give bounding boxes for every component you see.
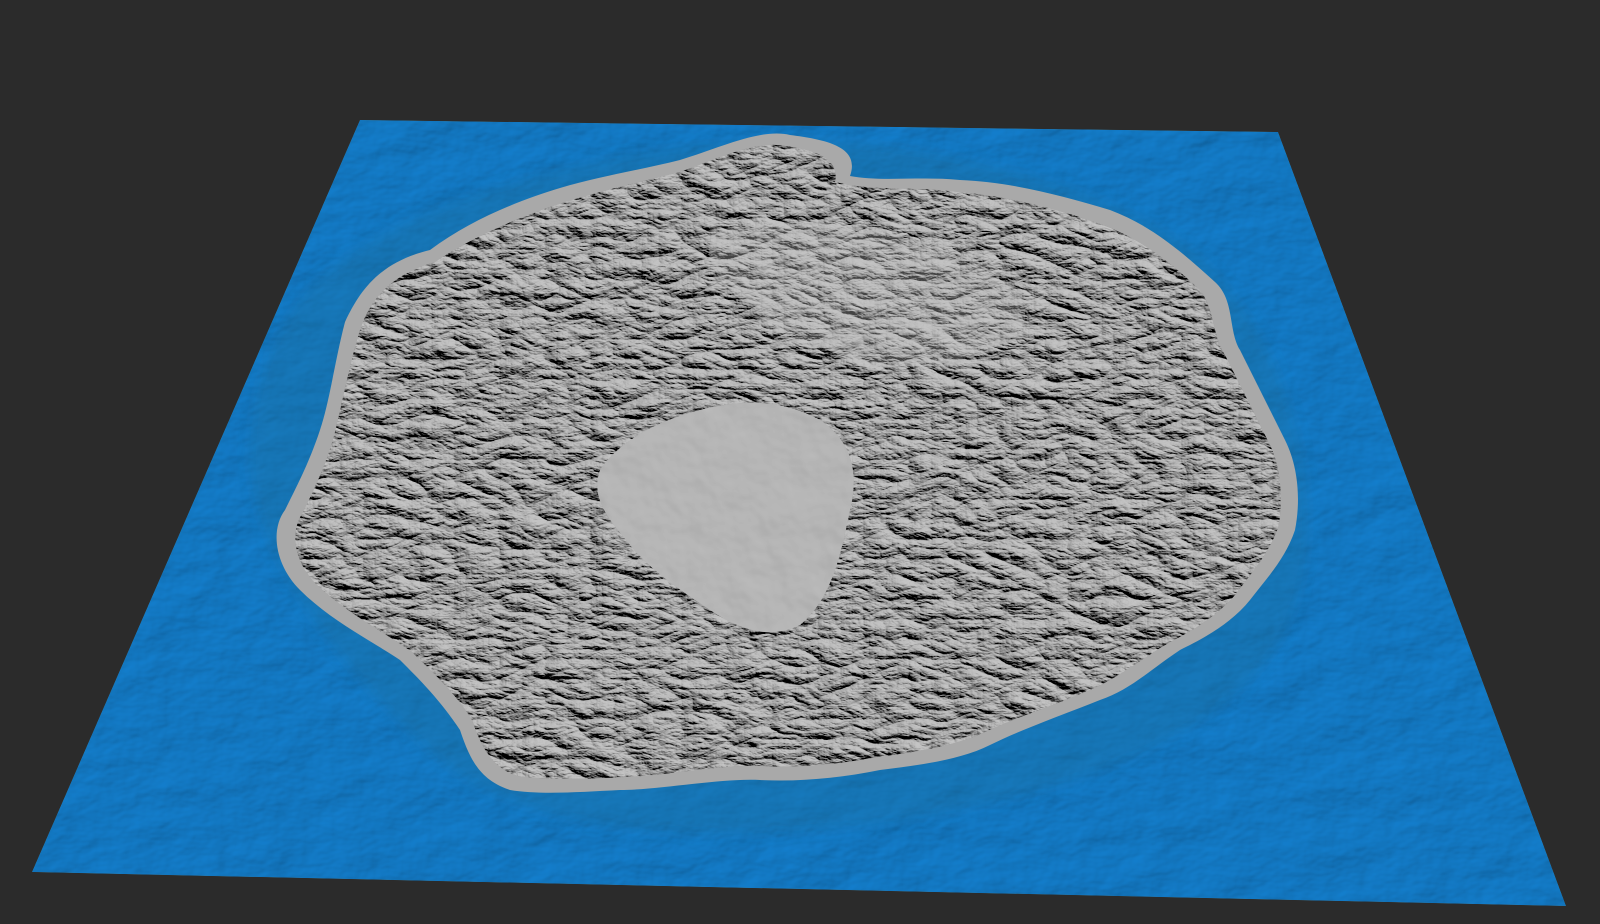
terrain-scene[interactable] [0,0,1600,924]
3d-viewport[interactable] [0,0,1600,924]
